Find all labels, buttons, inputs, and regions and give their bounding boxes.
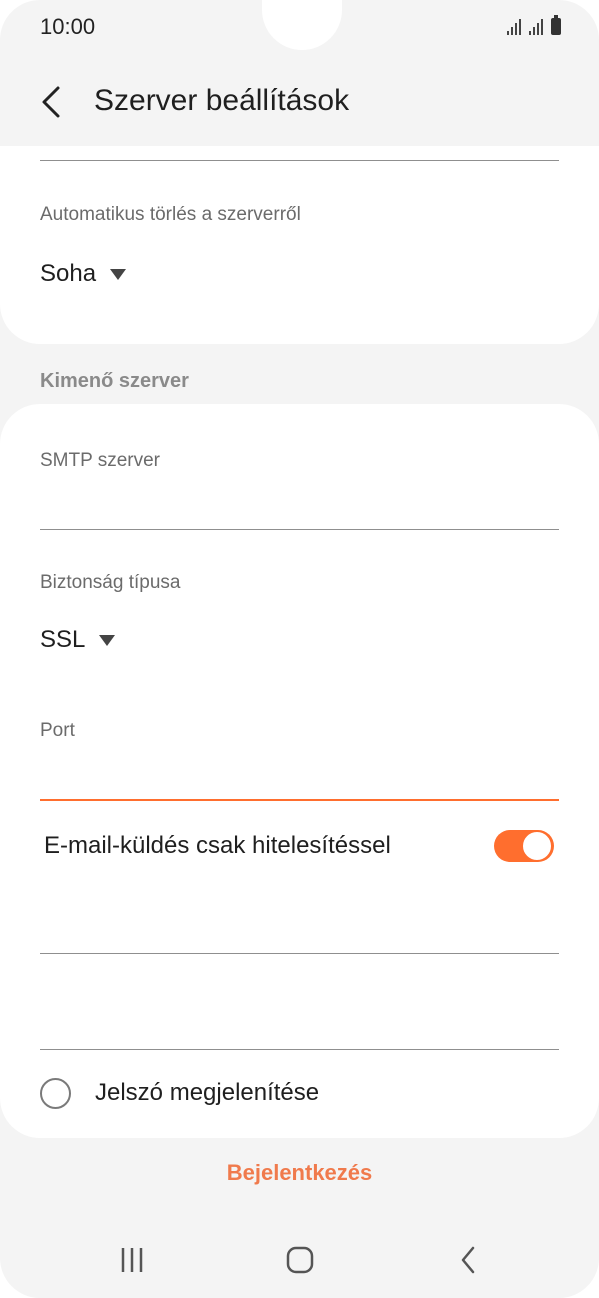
home-button[interactable]: [270, 1242, 330, 1278]
auto-delete-dropdown[interactable]: Soha: [40, 260, 127, 288]
show-password-label: Jelszó megjelenítése: [95, 1079, 320, 1106]
status-icons: [507, 15, 561, 35]
home-icon: [286, 1246, 314, 1274]
port-input[interactable]: [40, 756, 563, 798]
status-time: 10:00: [40, 14, 96, 39]
smtp-server-label: SMTP szerver: [40, 450, 161, 471]
recent-apps-button[interactable]: [102, 1242, 162, 1278]
security-type-label: Biztonság típusa: [40, 572, 181, 593]
security-type-value: SSL: [40, 626, 86, 653]
auto-delete-label: Automatikus törlés a szerverről: [40, 204, 301, 225]
auth-only-label: E-mail-küldés csak hitelesítéssel: [44, 832, 391, 859]
signal-icon: [507, 19, 521, 35]
auth-only-row: E-mail-küldés csak hitelesítéssel: [44, 830, 556, 864]
divider: [40, 1049, 559, 1050]
nav-back-icon: [461, 1246, 475, 1274]
show-password-row: Jelszó megjelenítése: [40, 1075, 319, 1111]
show-password-radio[interactable]: [40, 1077, 71, 1109]
security-type-dropdown[interactable]: SSL: [40, 626, 116, 654]
app-header: Szerver beállítások: [0, 66, 599, 146]
outgoing-server-section-title: Kimenő szerver: [40, 370, 189, 392]
page-title: Szerver beállítások: [94, 84, 350, 117]
smtp-underline: [40, 529, 559, 530]
login-button[interactable]: Bejelentkezés: [0, 1160, 599, 1186]
outgoing-server-card: SMTP szerver Biztonság típusa SSL Port: [0, 404, 599, 1138]
navigation-bar: [0, 1230, 599, 1290]
signal-icon-2: [529, 19, 543, 35]
caret-down-icon: [99, 634, 116, 646]
divider: [40, 953, 559, 954]
chevron-left-icon: [42, 86, 60, 118]
toggle-knob: [522, 831, 552, 861]
battery-icon: [551, 15, 561, 35]
port-underline-focused: [40, 799, 559, 801]
auth-only-toggle[interactable]: [494, 830, 554, 862]
divider: [40, 160, 559, 161]
status-bar: 10:00: [0, 0, 599, 56]
camera-notch: [262, 0, 342, 50]
smtp-server-input[interactable]: [40, 486, 563, 528]
phone-screen: 10:00 Szerver beállítások Automatikus tö…: [0, 0, 599, 1298]
caret-down-icon: [110, 268, 127, 280]
nav-back-button[interactable]: [438, 1242, 498, 1278]
incoming-settings-card: Automatikus törlés a szerverről Soha: [0, 146, 599, 344]
recent-apps-icon: [121, 1248, 143, 1272]
auto-delete-value: Soha: [40, 260, 97, 287]
back-button[interactable]: [36, 82, 72, 122]
port-label: Port: [40, 720, 75, 741]
